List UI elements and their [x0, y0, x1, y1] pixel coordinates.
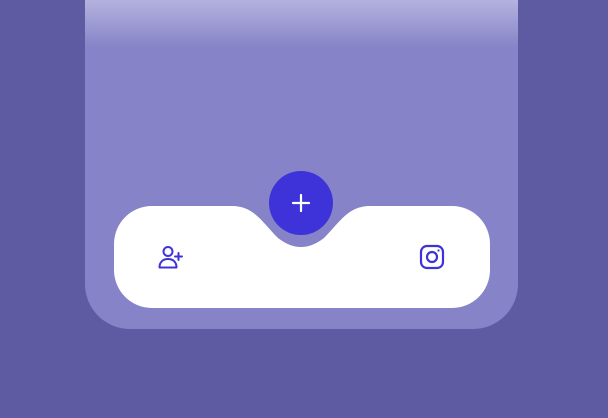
add-button[interactable]: [269, 171, 333, 235]
instagram-icon[interactable]: [418, 243, 446, 271]
plus-icon: [291, 193, 311, 213]
user-plus-icon[interactable]: [157, 243, 185, 271]
